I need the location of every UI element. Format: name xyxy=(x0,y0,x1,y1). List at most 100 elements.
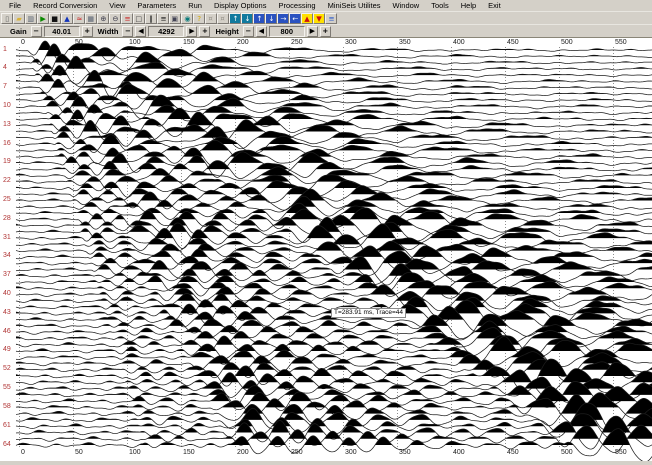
horizontal-bars-button[interactable]: ≡ xyxy=(157,13,169,24)
trace-label-16: 16 xyxy=(3,140,11,148)
gain-up-button[interactable]: ▲ xyxy=(301,13,313,24)
trace-label-55: 55 xyxy=(3,384,11,392)
histogram-button[interactable]: ▲ xyxy=(61,13,73,24)
red-traces-icon: ≡ xyxy=(124,14,130,22)
time-tick-bottom-250: 250 xyxy=(291,449,303,457)
cascade-windows-button[interactable]: ▣ xyxy=(169,13,181,24)
waveform-button[interactable]: ≈ xyxy=(73,13,85,24)
menu-item-record-conversion[interactable]: Record Conversion xyxy=(27,1,103,10)
trace-label-4: 4 xyxy=(3,64,7,72)
height-decrease-button[interactable]: − xyxy=(243,26,254,37)
cascade-windows-icon: ▣ xyxy=(172,14,179,22)
width-label: Width xyxy=(98,27,119,36)
time-tick-bottom-400: 400 xyxy=(453,449,465,457)
seismic-record-canvas[interactable] xyxy=(0,38,652,461)
print-button[interactable]: ▦ xyxy=(85,13,97,24)
globe-icon: ◉ xyxy=(184,14,190,22)
color-scale-button[interactable]: ≡ xyxy=(325,13,337,24)
stop-icon: ■ xyxy=(52,14,59,22)
grayed-tool-icon-2-button[interactable]: ¤ xyxy=(217,13,229,24)
height-step-left-button[interactable]: ◀ xyxy=(256,26,267,37)
horizontal-bars-icon: ≡ xyxy=(160,14,166,22)
stop-button[interactable]: ■ xyxy=(49,13,61,24)
time-tick-bottom-0: 0 xyxy=(21,449,25,457)
window-outline-button[interactable]: □ xyxy=(133,13,145,24)
run-button[interactable]: ▶ xyxy=(37,13,49,24)
open-folder-button[interactable]: ▰ xyxy=(13,13,25,24)
trace-label-10: 10 xyxy=(3,102,11,110)
time-tick-bottom-450: 450 xyxy=(507,449,519,457)
gain-decrease-button[interactable]: − xyxy=(31,26,42,37)
menu-item-tools[interactable]: Tools xyxy=(425,1,455,10)
gain-increase-button[interactable]: + xyxy=(82,26,93,37)
new-document-button[interactable]: ▯ xyxy=(1,13,13,24)
height-increase-button[interactable]: + xyxy=(320,26,331,37)
trace-label-22: 22 xyxy=(3,177,11,185)
menu-item-help[interactable]: Help xyxy=(455,1,482,10)
gain-up-icon: ▲ xyxy=(304,14,310,22)
menu-item-window[interactable]: Window xyxy=(387,1,426,10)
move-right-button[interactable]: → xyxy=(277,13,289,24)
trace-label-46: 46 xyxy=(3,328,11,336)
width-step-right-button[interactable]: ▶ xyxy=(186,26,197,37)
move-up-icon: ↑ xyxy=(256,14,262,22)
trace-label-64: 64 xyxy=(3,441,11,449)
time-tick-top-550: 550 xyxy=(615,39,627,47)
time-tick-top-50: 50 xyxy=(75,39,83,47)
width-decrease-button[interactable]: − xyxy=(122,26,133,37)
grayed-tool-icon-1-button[interactable]: ¤ xyxy=(205,13,217,24)
move-down-icon: ↓ xyxy=(268,14,274,22)
width-step-left-button[interactable]: ◀ xyxy=(135,26,146,37)
move-bottom-button[interactable]: ↓ xyxy=(241,13,253,24)
red-traces-button[interactable]: ≡ xyxy=(121,13,133,24)
move-top-button[interactable]: ↑ xyxy=(229,13,241,24)
time-tick-top-400: 400 xyxy=(453,39,465,47)
move-up-button[interactable]: ↑ xyxy=(253,13,265,24)
time-tick-top-350: 350 xyxy=(399,39,411,47)
trace-label-52: 52 xyxy=(3,365,11,373)
menu-item-file[interactable]: File xyxy=(3,1,27,10)
menu-bar: FileRecord ConversionViewParametersRunDi… xyxy=(0,0,652,11)
time-tick-top-250: 250 xyxy=(291,39,303,47)
trace-label-49: 49 xyxy=(3,346,11,354)
zoom-in-button[interactable]: ⊕ xyxy=(97,13,109,24)
trace-label-25: 25 xyxy=(3,196,11,204)
time-tick-top-450: 450 xyxy=(507,39,519,47)
menu-item-display-options[interactable]: Display Options xyxy=(208,1,273,10)
move-right-icon: → xyxy=(280,14,286,22)
time-tick-top-200: 200 xyxy=(237,39,249,47)
gain-down-button[interactable]: ▼ xyxy=(313,13,325,24)
menu-item-processing[interactable]: Processing xyxy=(272,1,321,10)
menu-item-run[interactable]: Run xyxy=(182,1,208,10)
vertical-bars-button[interactable]: ‖ xyxy=(145,13,157,24)
menu-item-exit[interactable]: Exit xyxy=(482,1,507,10)
help-button[interactable]: ? xyxy=(193,13,205,24)
move-left-button[interactable]: ← xyxy=(289,13,301,24)
height-step-right-button[interactable]: ▶ xyxy=(307,26,318,37)
copy-pages-button[interactable]: ▥ xyxy=(25,13,37,24)
grayed-tool-icon-1: ¤ xyxy=(209,14,214,22)
menu-item-miniseis-utilites[interactable]: MiniSeis Utilites xyxy=(322,1,387,10)
grayed-tool-icon-2: ¤ xyxy=(221,14,226,22)
color-scale-icon: ≡ xyxy=(328,14,334,22)
menu-item-parameters[interactable]: Parameters xyxy=(131,1,182,10)
move-down-button[interactable]: ↓ xyxy=(265,13,277,24)
vertical-bars-icon: ‖ xyxy=(149,14,153,22)
width-increase-button[interactable]: + xyxy=(199,26,210,37)
trace-label-19: 19 xyxy=(3,158,11,166)
zoom-out-button[interactable]: ⊖ xyxy=(109,13,121,24)
height-value[interactable]: 800 xyxy=(269,26,305,37)
trace-label-40: 40 xyxy=(3,290,11,298)
trace-label-34: 34 xyxy=(3,252,11,260)
toolbar: ▯▰▥▶■▲≈▦⊕⊖≡□‖≡▣◉?¤¤↑↓↑↓→←▲▼≡ xyxy=(0,11,652,24)
globe-button[interactable]: ◉ xyxy=(181,13,193,24)
trace-label-31: 31 xyxy=(3,234,11,242)
copy-pages-icon: ▥ xyxy=(28,14,35,22)
width-value[interactable]: 4292 xyxy=(148,26,184,37)
gain-value[interactable]: 40.01 xyxy=(44,26,80,37)
display-control-bar: Gain − 40.01 + Width − ◀ 4292 ▶ + Height… xyxy=(0,24,652,38)
gain-down-icon: ▼ xyxy=(316,14,322,22)
time-tick-bottom-300: 300 xyxy=(345,449,357,457)
zoom-in-icon: ⊕ xyxy=(100,14,106,22)
menu-item-view[interactable]: View xyxy=(103,1,131,10)
